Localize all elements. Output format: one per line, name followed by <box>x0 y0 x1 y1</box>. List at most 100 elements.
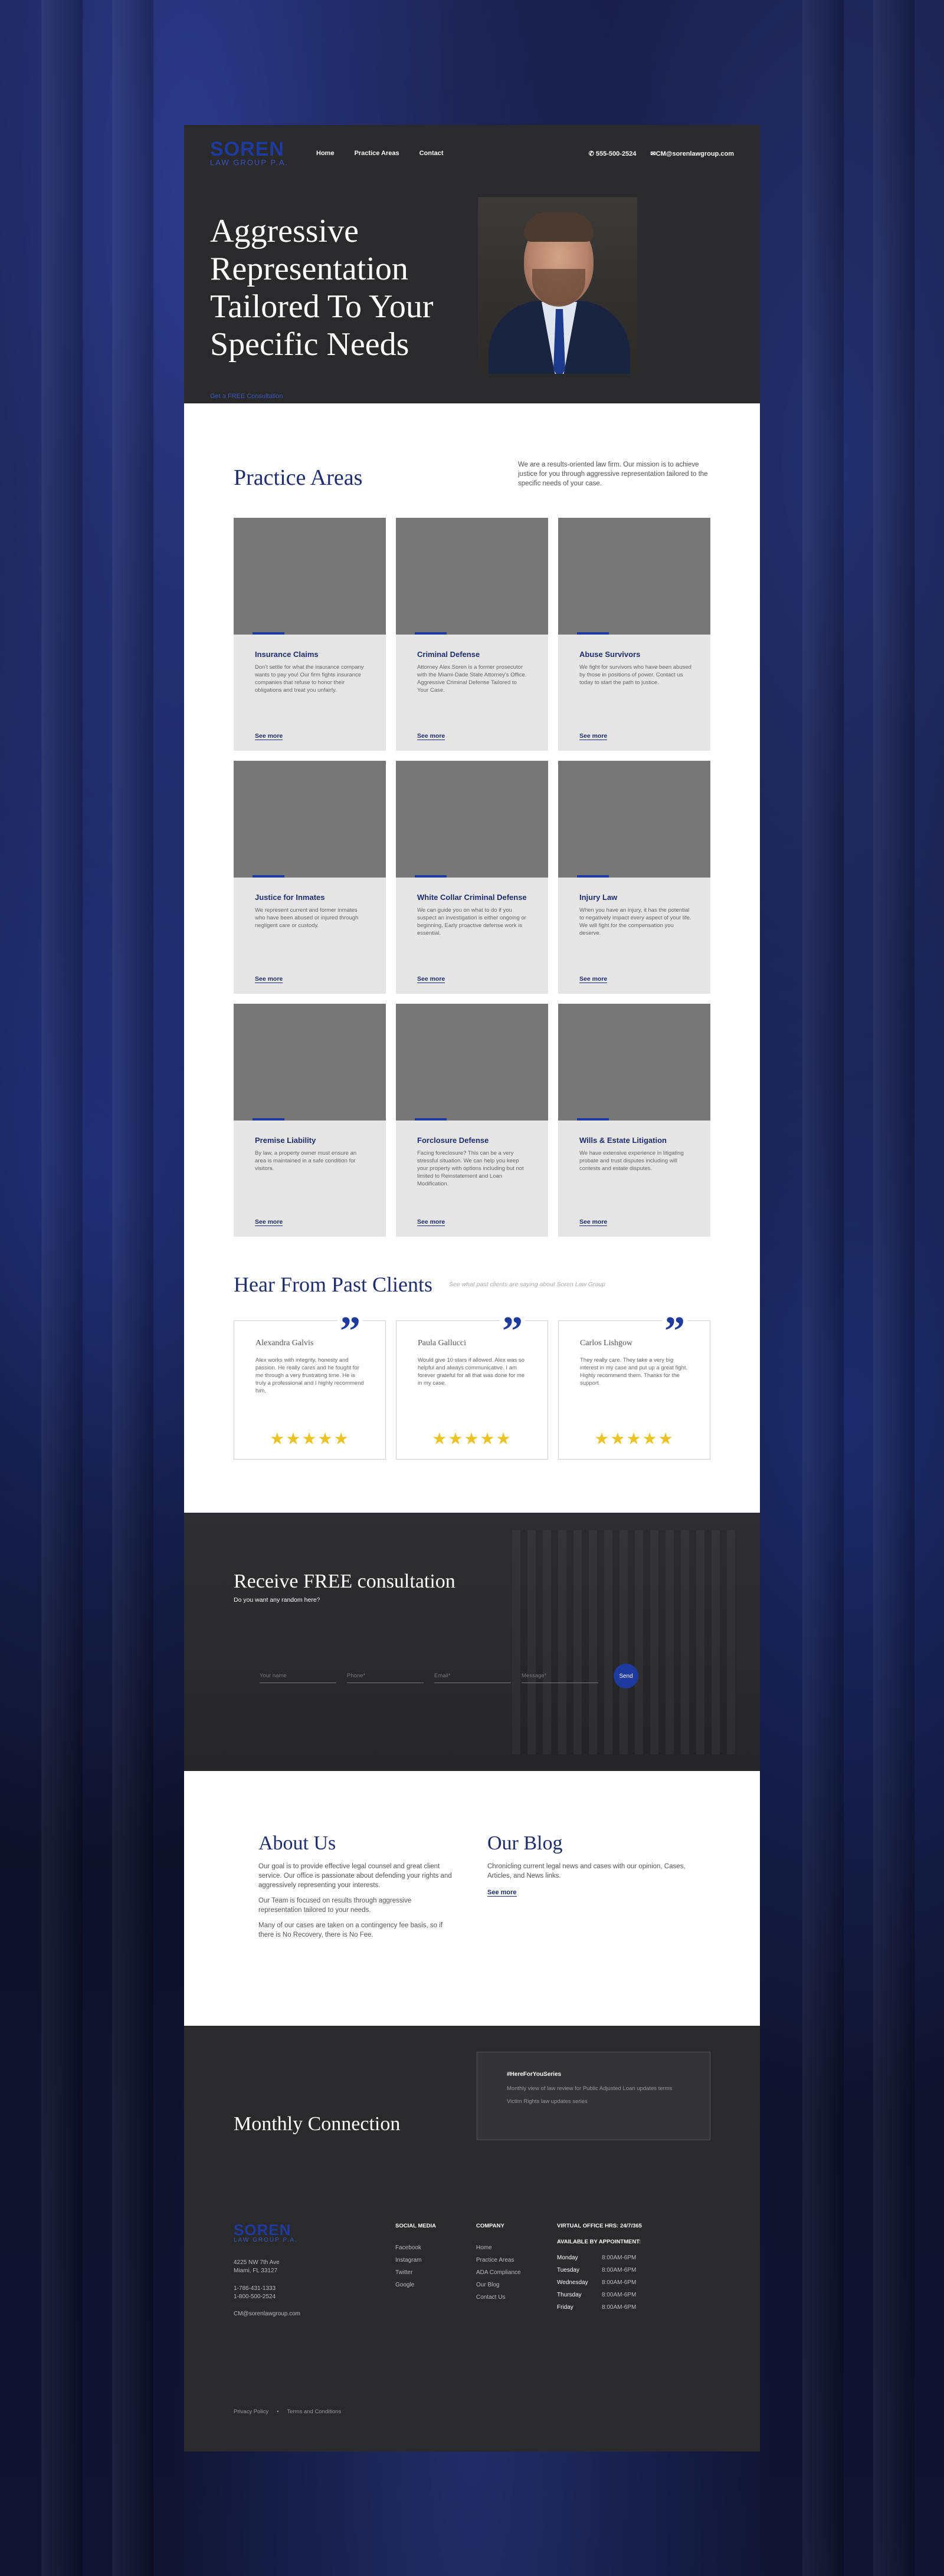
top-nav: SOREN LAW GROUP P.A. Home Practice Areas… <box>210 138 734 169</box>
newsletter-line: Victim Rights law updates series <box>507 2098 588 2105</box>
card-image <box>396 518 548 635</box>
footer-link-instagram[interactable]: Instagram <box>395 2257 476 2263</box>
practice-card-abuse-survivors[interactable]: Abuse Survivors We fight for survivors w… <box>558 518 710 751</box>
email-link[interactable]: ✉CM@sorenlawgroup.com <box>650 150 734 157</box>
card-text: Don't settle for what the insurance comp… <box>255 664 364 694</box>
phone-line[interactable]: 1-786-431-1333 <box>234 2285 395 2293</box>
phone-line[interactable]: 1-800-500-2524 <box>234 2293 395 2301</box>
hero-consultation-link[interactable]: Get a FREE Consultation <box>210 393 283 400</box>
see-more-link[interactable]: See more <box>255 732 283 740</box>
footer-logo[interactable]: SOREN LAW GROUP P.A. <box>234 2222 328 2243</box>
card-title: Abuse Survivors <box>579 650 641 659</box>
hours-time: 8:00AM-6PM <box>602 2255 637 2261</box>
testimonials-title: Hear From Past Clients <box>234 1273 432 1296</box>
card-image <box>396 1004 548 1121</box>
headline-line: Tailored To Your <box>210 288 434 325</box>
newsletter-box[interactable]: #HereForYouSeries Monthly view of law re… <box>477 2052 710 2140</box>
hours-day: Tuesday <box>557 2267 579 2273</box>
footer-link-practice-areas[interactable]: Practice Areas <box>476 2257 557 2263</box>
card-accent-bar <box>415 875 447 878</box>
card-accent-bar <box>577 1118 609 1121</box>
footer-link-facebook[interactable]: Facebook <box>395 2245 476 2251</box>
card-title: Premise Liability <box>255 1136 316 1145</box>
blog-see-more-link[interactable]: See more <box>487 1889 517 1897</box>
hero-section: SOREN LAW GROUP P.A. Home Practice Areas… <box>184 125 760 403</box>
footer-legal: Privacy Policy • Terms and Conditions <box>234 2409 341 2415</box>
card-text: We represent current and former inmates … <box>255 907 359 929</box>
footer-link-ada[interactable]: ADA Compliance <box>476 2269 557 2276</box>
privacy-policy-link[interactable]: Privacy Policy <box>234 2409 268 2415</box>
terms-link[interactable]: Terms and Conditions <box>287 2409 341 2415</box>
see-more-link[interactable]: See more <box>579 1218 608 1226</box>
headline-line: Aggressive <box>210 213 359 249</box>
testimonial-card: ” Alexandra Galvis Alex works with integ… <box>234 1311 386 1460</box>
review-text: Alex works with integrity, honesty and p… <box>255 1357 364 1394</box>
monthly-connection-section: Monthly Connection #HereForYouSeries Mon… <box>184 2026 760 2220</box>
footer-hours-column: VIRTUAL OFFICE HRS: 24/7/365 AVAILABLE B… <box>557 2223 675 2317</box>
nav-contact[interactable]: Contact <box>419 150 444 157</box>
see-more-link[interactable]: See more <box>255 1218 283 1226</box>
practice-card-wills-estate[interactable]: Wills & Estate Litigation We have extens… <box>558 1004 710 1237</box>
hero-headline: Aggressive Representation Tailored To Yo… <box>210 212 493 363</box>
email-field[interactable]: Email* <box>434 1669 511 1683</box>
phone-icon: ✆ <box>588 150 594 157</box>
practice-areas-section: Practice Areas We are a results-oriented… <box>184 403 760 1272</box>
phone-field[interactable]: Phone* <box>347 1669 424 1683</box>
blog-text: Chronicling current legal news and cases… <box>487 1863 686 1880</box>
see-more-link[interactable]: See more <box>417 975 445 983</box>
card-accent-bar <box>577 632 609 635</box>
phone-link[interactable]: ✆ 555-500-2524 <box>589 150 637 157</box>
address-line: 4225 NW 7th Ave <box>234 2259 280 2266</box>
card-title: Justice for Inmates <box>255 893 325 902</box>
practice-card-foreclosure-defense[interactable]: Forclosure Defense Facing foreclosure? T… <box>396 1004 548 1237</box>
hours-time: 8:00AM-6PM <box>602 2292 637 2298</box>
name-field[interactable]: Your name <box>260 1669 336 1683</box>
footer-link-contact[interactable]: Contact Us <box>476 2294 557 2301</box>
hours-row: Friday 8:00AM-6PM <box>557 2304 675 2311</box>
bg-column <box>802 0 844 2576</box>
see-more-link[interactable]: See more <box>417 732 445 740</box>
footer-link-google[interactable]: Google <box>395 2282 476 2288</box>
card-title: Wills & Estate Litigation <box>579 1136 667 1145</box>
card-accent-bar <box>253 632 284 635</box>
card-text: We have extensive experience in litigati… <box>579 1150 684 1172</box>
practice-card-injury-law[interactable]: Injury Law When you have an injury, it h… <box>558 761 710 994</box>
logo[interactable]: SOREN LAW GROUP P.A. <box>210 139 304 167</box>
see-more-link[interactable]: See more <box>417 1218 445 1226</box>
headline-line: Specific Needs <box>210 326 409 363</box>
about-blog-section: About Us Our goal is to provide effectiv… <box>184 1771 760 2026</box>
practice-card-criminal-defense[interactable]: Criminal Defense Attorney Alex Soren is … <box>396 518 548 751</box>
hours-time: 8:00AM-6PM <box>602 2304 637 2311</box>
consult-title: Receive FREE consultation <box>234 1570 455 1592</box>
message-field[interactable]: Message* <box>522 1669 598 1683</box>
see-more-link[interactable]: See more <box>579 732 608 740</box>
card-image <box>234 518 386 635</box>
hours-row: Monday 8:00AM-6PM <box>557 2255 675 2261</box>
footer-email[interactable]: CM@sorenlawgroup.com <box>234 2311 395 2317</box>
newsletter-line: Monthly view of law review for Public Ad… <box>507 2085 673 2092</box>
send-button[interactable]: Send <box>614 1664 638 1688</box>
footer-link-blog[interactable]: Our Blog <box>476 2282 557 2288</box>
consultation-section: Receive FREE consultation Do you want an… <box>184 1513 760 1771</box>
see-more-link[interactable]: See more <box>255 975 283 983</box>
footer-link-home[interactable]: Home <box>476 2245 557 2251</box>
practice-card-white-collar[interactable]: White Collar Criminal Defense We can gui… <box>396 761 548 994</box>
practice-card-justice-for-inmates[interactable]: Justice for Inmates We represent current… <box>234 761 386 994</box>
nav-links: Home Practice Areas Contact <box>316 150 444 157</box>
footer-heading: SOCIAL MEDIA <box>395 2223 436 2229</box>
practice-card-premise-liability[interactable]: Premise Liability By law, a property own… <box>234 1004 386 1237</box>
nav-practice-areas[interactable]: Practice Areas <box>355 150 399 157</box>
practice-card-insurance-claims[interactable]: Insurance Claims Don't settle for what t… <box>234 518 386 751</box>
card-image <box>234 1004 386 1121</box>
nav-home[interactable]: Home <box>316 150 335 157</box>
see-more-link[interactable]: See more <box>579 975 608 983</box>
blog-column: Our Blog Chronicling current legal news … <box>487 1832 686 2026</box>
hours-time: 8:00AM-6PM <box>602 2279 637 2286</box>
card-title: Insurance Claims <box>255 650 319 659</box>
footer-link-twitter[interactable]: Twitter <box>395 2269 476 2276</box>
hours-day: Friday <box>557 2304 573 2311</box>
hours-day: Thursday <box>557 2292 582 2298</box>
card-image <box>558 1004 710 1121</box>
hours-day: Monday <box>557 2255 578 2261</box>
page-frame: SOREN LAW GROUP P.A. Home Practice Areas… <box>184 125 760 2452</box>
